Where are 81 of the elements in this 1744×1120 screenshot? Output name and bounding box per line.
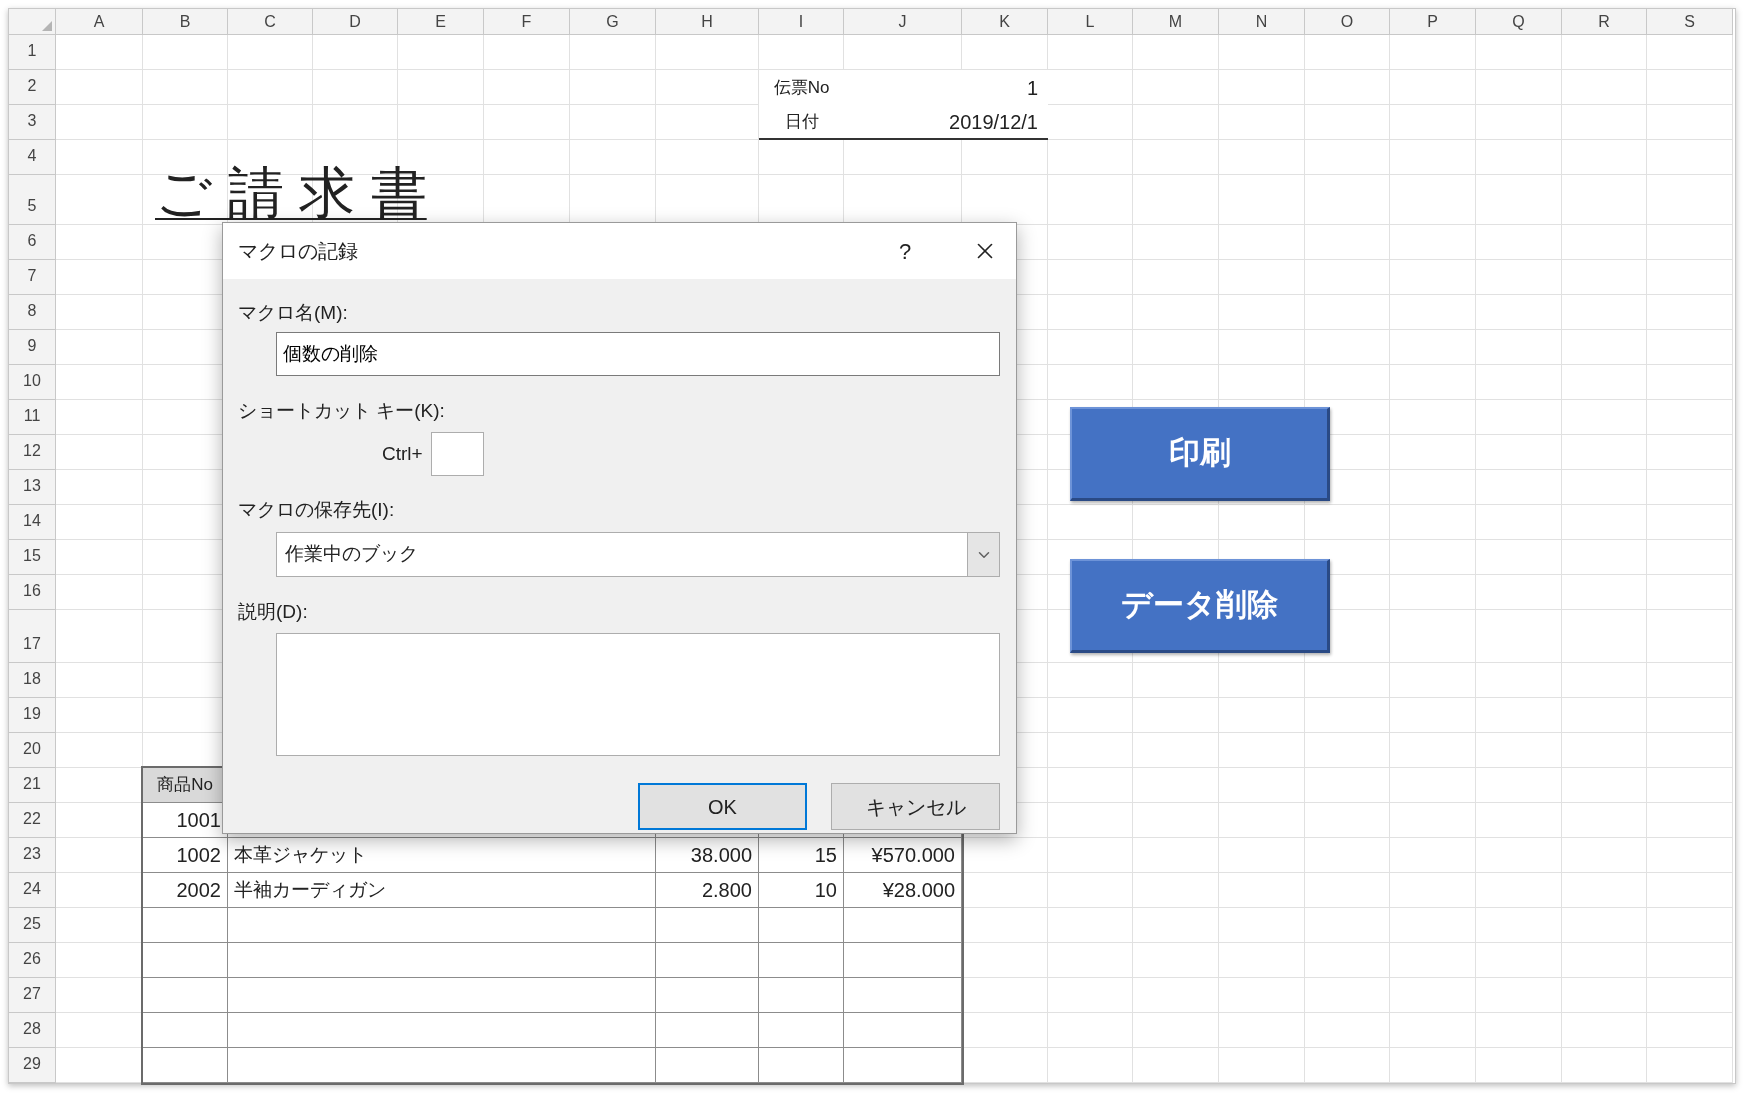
column-header[interactable]: K	[962, 9, 1048, 35]
row-header[interactable]: 14	[9, 505, 56, 540]
row-header[interactable]: 23	[9, 838, 56, 873]
column-header[interactable]: F	[484, 9, 570, 35]
column-header[interactable]: L	[1048, 9, 1133, 35]
row-header[interactable]: 26	[9, 943, 56, 978]
slip-label: 日付	[784, 110, 819, 133]
slip-label: 伝票No	[773, 76, 830, 99]
table-cell: 38.000	[656, 838, 759, 873]
row-header[interactable]: 6	[9, 225, 56, 260]
row-header[interactable]: 8	[9, 295, 56, 330]
column-header[interactable]: M	[1133, 9, 1219, 35]
row-header[interactable]: 29	[9, 1048, 56, 1083]
delete-data-button[interactable]: データ削除	[1070, 559, 1330, 653]
row-header[interactable]: 7	[9, 260, 56, 295]
chevron-down-icon	[967, 533, 999, 576]
save-location-label: マクロの保存先(I):	[238, 498, 396, 522]
column-header[interactable]: P	[1390, 9, 1476, 35]
row-header[interactable]: 5	[9, 175, 56, 225]
table-cell: ¥570.000	[844, 838, 962, 873]
table-cell: 半袖カーディガン	[228, 873, 656, 908]
slip-value: 2019/12/1	[949, 109, 1038, 135]
cancel-button[interactable]: キャンセル	[831, 783, 1000, 830]
column-header[interactable]: R	[1562, 9, 1647, 35]
print-button[interactable]: 印刷	[1070, 407, 1330, 501]
row-header[interactable]: 18	[9, 663, 56, 698]
column-header[interactable]: Q	[1476, 9, 1562, 35]
column-header[interactable]: D	[313, 9, 398, 35]
row-header[interactable]: 24	[9, 873, 56, 908]
slip-value: 1	[1026, 75, 1038, 101]
table-cell: 1002	[143, 838, 228, 873]
row-header[interactable]: 4	[9, 140, 56, 175]
column-header[interactable]: N	[1219, 9, 1305, 35]
row-header[interactable]: 10	[9, 365, 56, 400]
column-header[interactable]: E	[398, 9, 484, 35]
row-header[interactable]: 11	[9, 400, 56, 435]
row-header[interactable]: 27	[9, 978, 56, 1013]
row-header[interactable]: 15	[9, 540, 56, 575]
row-header[interactable]: 9	[9, 330, 56, 365]
column-header[interactable]: A	[56, 9, 143, 35]
macro-name-field[interactable]: 個数の削除	[276, 332, 1000, 376]
table-cell: ¥28.000	[844, 873, 962, 908]
save-location-dropdown[interactable]: 作業中のブック	[276, 532, 1000, 577]
row-header[interactable]: 19	[9, 698, 56, 733]
table-cell: 10	[759, 873, 844, 908]
row-header[interactable]: 28	[9, 1013, 56, 1048]
dialog-title: マクロの記録	[238, 239, 359, 264]
row-header[interactable]: 16	[9, 575, 56, 610]
column-header[interactable]: G	[570, 9, 656, 35]
invoice-title: ご 請 求 書	[155, 165, 427, 221]
column-header[interactable]: B	[143, 9, 228, 35]
table-cell: 本革ジャケット	[228, 838, 656, 873]
row-header[interactable]: 2	[9, 70, 56, 105]
shortcut-key-label: ショートカット キー(K):	[238, 399, 446, 423]
ctrl-label: Ctrl+	[382, 441, 423, 466]
column-heading: 商品No	[157, 774, 213, 797]
column-header[interactable]: O	[1305, 9, 1390, 35]
row-header[interactable]: 22	[9, 803, 56, 838]
table-cell: 2.800	[656, 873, 759, 908]
column-header[interactable]: I	[759, 9, 844, 35]
column-header[interactable]: H	[656, 9, 759, 35]
ok-button[interactable]: OK	[638, 783, 807, 830]
row-header[interactable]: 25	[9, 908, 56, 943]
description-field[interactable]	[276, 633, 1000, 756]
row-header[interactable]: 13	[9, 470, 56, 505]
row-header[interactable]: 17	[9, 610, 56, 663]
help-button[interactable]: ?	[885, 231, 925, 271]
row-header[interactable]: 21	[9, 768, 56, 803]
row-header[interactable]: 3	[9, 105, 56, 140]
row-header[interactable]: 20	[9, 733, 56, 768]
macro-name-label: マクロ名(M):	[238, 301, 349, 325]
column-header[interactable]: C	[228, 9, 313, 35]
shortcut-key-field[interactable]	[430, 432, 484, 476]
row-header[interactable]: 1	[9, 35, 56, 70]
description-label: 説明(D):	[238, 600, 309, 624]
column-header[interactable]: J	[844, 9, 962, 35]
column-header[interactable]: S	[1647, 9, 1733, 35]
select-all-icon[interactable]	[42, 21, 52, 31]
table-cell: 15	[759, 838, 844, 873]
table-cell: 2002	[143, 873, 228, 908]
row-header[interactable]: 12	[9, 435, 56, 470]
